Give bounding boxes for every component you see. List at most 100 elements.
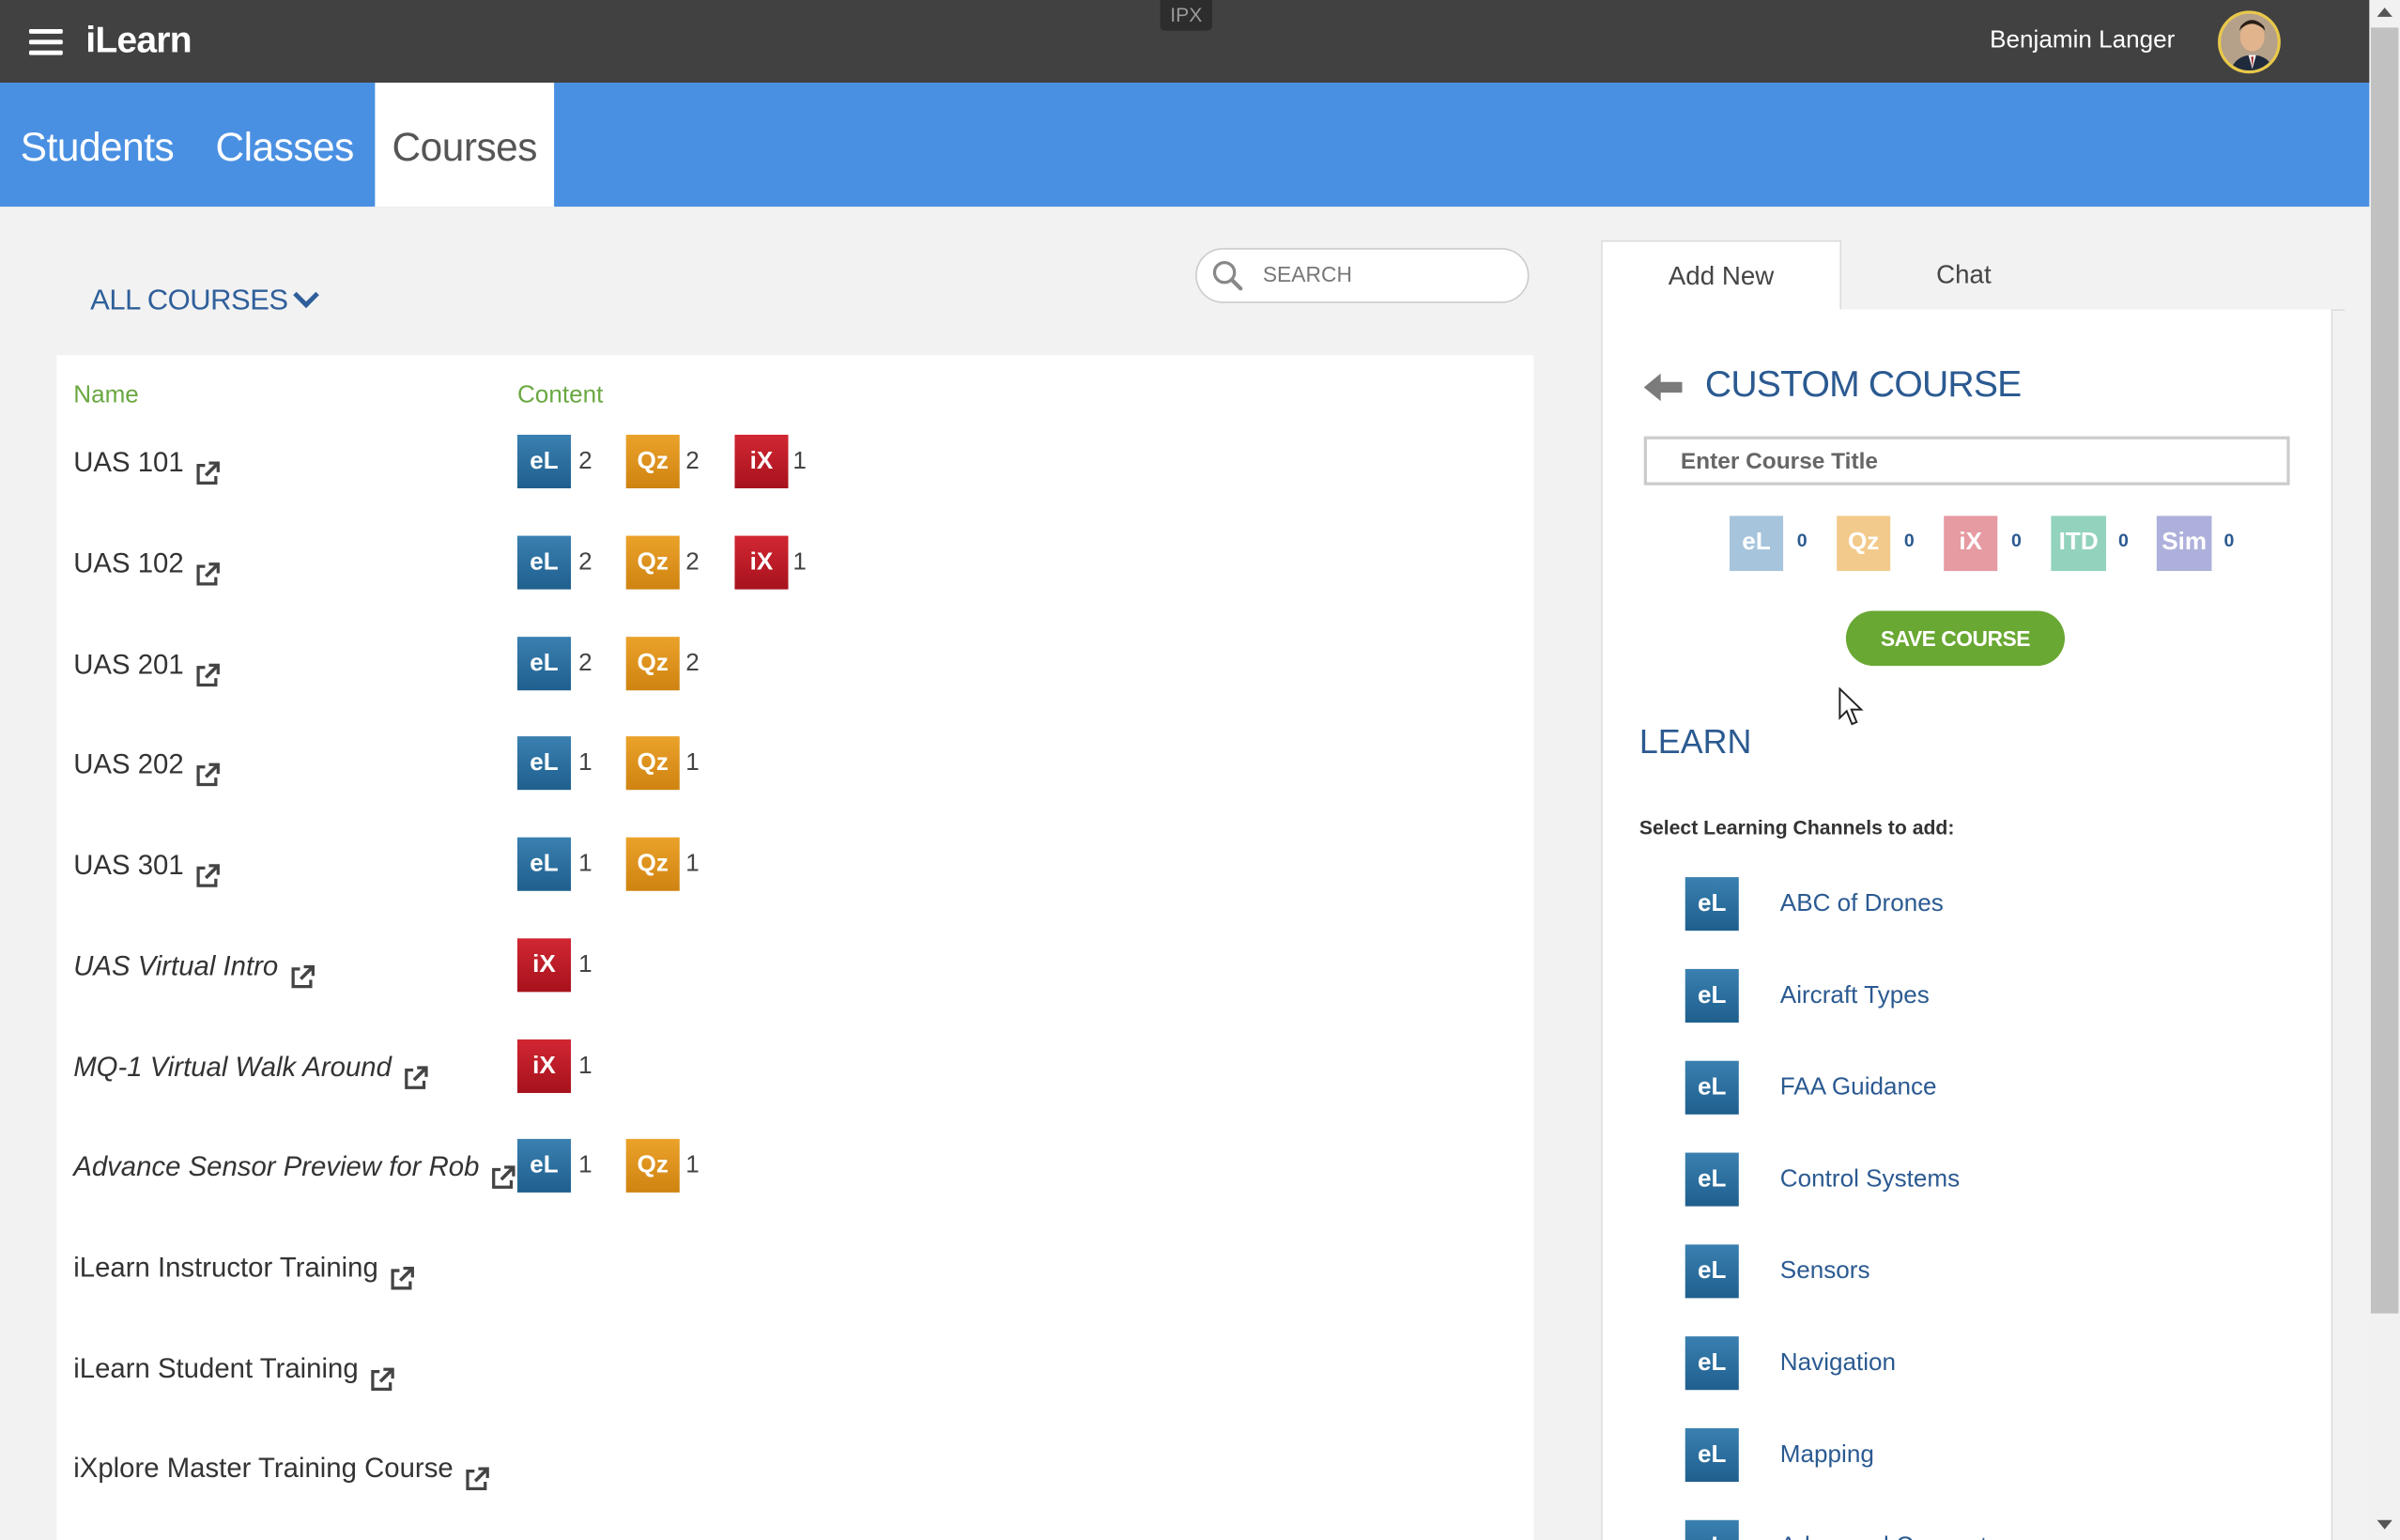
content-count: 1 bbox=[578, 851, 592, 878]
channel-navigation[interactable]: eL Navigation bbox=[1685, 1336, 2298, 1392]
channel-label[interactable]: Advanced Concepts bbox=[1780, 1520, 1999, 1540]
ix-badge: iX bbox=[516, 1039, 572, 1093]
tab-classes[interactable]: Classes bbox=[194, 83, 375, 207]
el-badge: eL bbox=[1685, 968, 1739, 1023]
course-name: MQ-1 Virtual Walk Around bbox=[73, 1051, 392, 1083]
content-count: 2 bbox=[578, 448, 592, 475]
channel-mapping[interactable]: eL Mapping bbox=[1685, 1427, 2298, 1484]
qz-badge: Qz bbox=[625, 736, 680, 791]
arrow-left-icon[interactable] bbox=[1643, 372, 1684, 403]
course-name-link[interactable]: UAS 202 bbox=[73, 736, 221, 792]
channel-label[interactable]: Aircraft Types bbox=[1780, 969, 1930, 1024]
qz-badge: Qz bbox=[625, 637, 680, 691]
el-badge: eL bbox=[516, 434, 572, 489]
external-link-icon[interactable] bbox=[194, 751, 221, 786]
all-courses-label: ALL COURSES bbox=[90, 285, 288, 317]
summary-count: 0 bbox=[2118, 530, 2129, 551]
external-link-icon[interactable] bbox=[490, 1153, 516, 1189]
tab-courses[interactable]: Courses bbox=[375, 83, 555, 208]
el-badge: eL bbox=[516, 736, 572, 791]
channel-control-systems[interactable]: eL Control Systems bbox=[1685, 1152, 2298, 1209]
summary-sim-badge: Sim bbox=[2156, 516, 2212, 572]
channel-faa-guidance[interactable]: eL FAA Guidance bbox=[1685, 1060, 2298, 1116]
channel-label[interactable]: FAA Guidance bbox=[1780, 1061, 1937, 1116]
summary-count: 0 bbox=[1796, 530, 1808, 551]
content-count: 1 bbox=[685, 1152, 700, 1179]
el-badge: eL bbox=[1685, 1060, 1739, 1115]
qz-badge: Qz bbox=[625, 535, 680, 590]
scroll-down-icon[interactable] bbox=[2377, 1519, 2392, 1530]
course-name-link[interactable]: Advance Sensor Preview for Rob bbox=[73, 1139, 515, 1194]
tab-students[interactable]: Students bbox=[0, 83, 194, 207]
course-name: UAS 301 bbox=[73, 849, 184, 881]
external-link-icon[interactable] bbox=[194, 652, 221, 686]
course-name-link[interactable]: UAS Virtual Intro bbox=[73, 938, 315, 993]
course-name-link[interactable]: UAS 201 bbox=[73, 637, 221, 692]
course-name-link[interactable]: iLearn Instructor Training bbox=[73, 1240, 415, 1295]
hamburger-icon[interactable] bbox=[28, 28, 63, 56]
course-title-field[interactable] bbox=[1643, 436, 2290, 485]
table-row: UAS Virtual Intro iX 1 bbox=[73, 938, 1451, 993]
scrollbar-thumb[interactable] bbox=[2371, 27, 2399, 1314]
main-nav: Students Classes Courses bbox=[0, 83, 2370, 208]
external-link-icon[interactable] bbox=[402, 1054, 428, 1089]
content-count: 1 bbox=[792, 549, 807, 576]
avatar[interactable] bbox=[2218, 10, 2281, 74]
channel-sensors[interactable]: eL Sensors bbox=[1685, 1244, 2298, 1300]
learn-section-title: LEARN bbox=[1638, 722, 1752, 762]
ix-badge: iX bbox=[734, 535, 789, 590]
column-header-name[interactable]: Name bbox=[73, 383, 139, 410]
app-brand[interactable]: iLearn bbox=[85, 20, 192, 63]
channel-abc-of-drones[interactable]: eL ABC of Drones bbox=[1685, 877, 2298, 932]
el-badge: eL bbox=[516, 1138, 572, 1193]
table-row: UAS 102 eL 2 Qz 2 iX 1 bbox=[73, 535, 1451, 592]
channel-advanced-concepts[interactable]: eL Advanced Concepts bbox=[1685, 1519, 2298, 1540]
external-link-icon[interactable] bbox=[194, 449, 221, 485]
external-link-icon[interactable] bbox=[194, 550, 221, 585]
channel-label[interactable]: Control Systems bbox=[1780, 1153, 1960, 1209]
save-course-button[interactable]: SAVE COURSE bbox=[1845, 610, 2066, 667]
summary-count: 0 bbox=[1903, 530, 1915, 551]
course-name: Advance Sensor Preview for Rob bbox=[73, 1150, 480, 1182]
channel-label[interactable]: Sensors bbox=[1780, 1244, 1870, 1300]
content-count: 1 bbox=[578, 1152, 592, 1179]
external-link-icon[interactable] bbox=[194, 852, 221, 886]
channel-label[interactable]: Mapping bbox=[1780, 1428, 1874, 1484]
el-badge: eL bbox=[516, 837, 572, 891]
channel-label[interactable]: Navigation bbox=[1780, 1336, 1896, 1392]
external-link-icon[interactable] bbox=[464, 1455, 490, 1490]
course-name-link[interactable]: UAS 101 bbox=[73, 435, 221, 490]
qz-badge: Qz bbox=[625, 1138, 680, 1193]
channel-aircraft-types[interactable]: eL Aircraft Types bbox=[1685, 968, 2298, 1024]
tab-chat[interactable]: Chat bbox=[1841, 240, 2086, 311]
table-row: UAS 202 eL 1 Qz 1 bbox=[73, 736, 1451, 792]
ix-badge: iX bbox=[516, 938, 572, 993]
content-count: 1 bbox=[792, 448, 807, 475]
tab-add-new[interactable]: Add New bbox=[1601, 239, 1842, 311]
course-name-link[interactable]: iLearn Student Training bbox=[73, 1341, 395, 1396]
course-name-link[interactable]: UAS 102 bbox=[73, 536, 221, 592]
column-header-content[interactable]: Content bbox=[517, 383, 603, 410]
search-box[interactable] bbox=[1195, 248, 1530, 303]
content-count: 2 bbox=[685, 650, 700, 677]
content-count: 2 bbox=[685, 549, 700, 576]
course-name-link[interactable]: UAS 301 bbox=[73, 838, 221, 893]
external-link-icon[interactable] bbox=[389, 1255, 415, 1289]
content-count: 1 bbox=[578, 951, 592, 978]
table-row: Advance Sensor Preview for Rob eL 1 Qz 1 bbox=[73, 1138, 1451, 1194]
all-courses-dropdown[interactable]: ALL COURSES bbox=[90, 282, 319, 318]
search-input[interactable] bbox=[1262, 261, 1508, 286]
scroll-up-icon[interactable] bbox=[2377, 8, 2392, 17]
summary-ix-badge: iX bbox=[1944, 516, 1998, 572]
qz-badge: Qz bbox=[625, 837, 680, 891]
course-name-link[interactable]: iXplore Master Training Course bbox=[73, 1440, 490, 1496]
external-link-icon[interactable] bbox=[369, 1356, 395, 1391]
course-name-link[interactable]: MQ-1 Virtual Walk Around bbox=[73, 1040, 428, 1095]
app-window: iLearn Benjamin Langer IPX Students Clas… bbox=[0, 0, 2400, 1540]
course-name: iXplore Master Training Course bbox=[73, 1453, 454, 1484]
summary-count: 0 bbox=[2223, 530, 2235, 551]
external-link-icon[interactable] bbox=[289, 953, 315, 988]
user-name[interactable]: Benjamin Langer bbox=[1990, 27, 2175, 54]
channel-label[interactable]: ABC of Drones bbox=[1780, 877, 1944, 932]
select-channels-label: Select Learning Channels to add: bbox=[1638, 815, 1955, 839]
